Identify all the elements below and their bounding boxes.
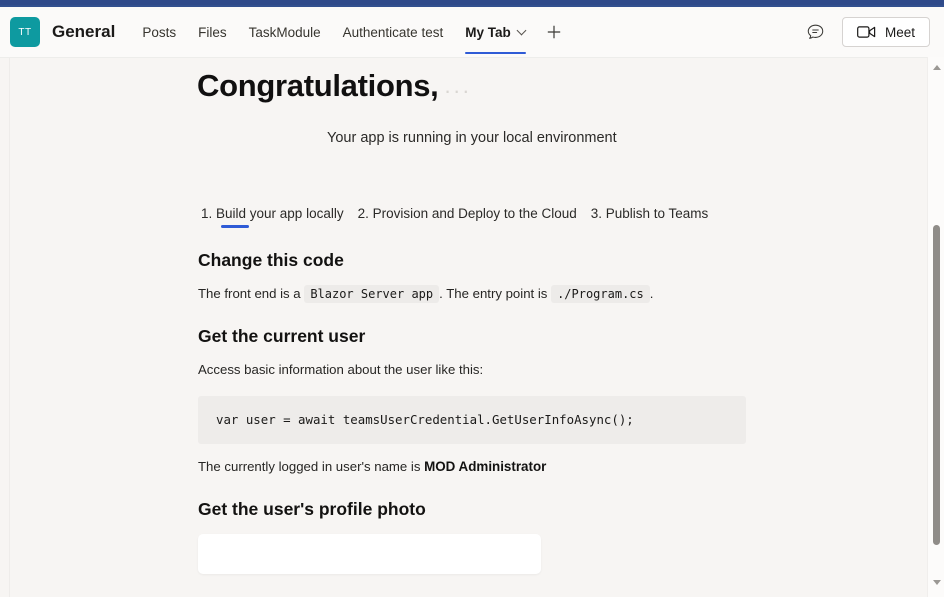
code-block-text: var user = await teamsUserCredential.Get…	[216, 412, 634, 428]
front-end-text-after: .	[649, 286, 654, 301]
step-build-locally[interactable]: 1. Build your app locally	[201, 206, 344, 228]
paragraph-access-info: Access basic information about the user …	[198, 361, 484, 377]
heading-get-current-user: Get the current user	[198, 325, 366, 346]
content-scrollbar[interactable]	[927, 57, 944, 597]
page-subtitle: Your app is running in your local enviro…	[327, 130, 617, 146]
tab-authenticate-test[interactable]: Authenticate test	[332, 7, 455, 57]
scroll-up-button[interactable]	[928, 59, 944, 76]
profile-photo-placeholder	[198, 533, 541, 574]
caret-up-icon	[932, 65, 941, 70]
app-page: Congratulations,... Your app is running …	[0, 58, 926, 597]
page-title: Congratulations,...	[197, 68, 886, 104]
tab-content-area: Congratulations,... Your app is running …	[0, 57, 944, 597]
header-actions: Meet	[804, 17, 930, 47]
paragraph-front-end: The front end is a Blazor Server app. Th…	[198, 284, 886, 304]
plus-icon	[547, 25, 560, 39]
caret-down-icon	[932, 580, 941, 585]
tab-posts-label: Posts	[142, 24, 177, 40]
scroll-down-button[interactable]	[928, 574, 944, 591]
video-camera-icon	[857, 26, 876, 38]
step-provision-deploy-label: 2. Provision and Deploy to the Cloud	[357, 206, 577, 221]
paragraph-logged-in-user: The currently logged in user's name is M…	[198, 457, 886, 477]
tab-strip: Posts Files TaskModule Authenticate test…	[131, 7, 804, 57]
page-title-text: Congratulations,	[197, 68, 439, 103]
meet-button-label: Meet	[884, 24, 915, 40]
channel-header: TT General Posts Files TaskModule Authen…	[0, 7, 944, 57]
step-provision-deploy[interactable]: 2. Provision and Deploy to the Cloud	[358, 206, 577, 228]
front-end-text-middle: . The entry point is	[439, 286, 548, 301]
page-title-placeholder-name: ...	[444, 73, 472, 98]
step-publish-teams-label: 3. Publish to Teams	[590, 206, 709, 221]
logged-in-user-prefix: The currently logged in user's name is	[198, 458, 421, 474]
tab-files[interactable]: Files	[187, 7, 238, 57]
front-end-text-before: The front end is a	[198, 286, 301, 301]
heading-change-this-code: Change this code	[198, 250, 344, 270]
heading-profile-photo: Get the user's profile photo	[198, 498, 426, 519]
steps-nav: 1. Build your app locally 2. Provision a…	[201, 206, 886, 228]
tab-posts[interactable]: Posts	[131, 7, 187, 57]
teams-app-window: TT General Posts Files TaskModule Authen…	[0, 0, 944, 597]
meet-button[interactable]: Meet	[841, 17, 930, 47]
tab-taskmodule-label: TaskModule	[248, 24, 321, 40]
team-avatar[interactable]: TT	[10, 17, 40, 47]
chat-bubble-icon	[808, 24, 824, 39]
tab-taskmodule[interactable]: TaskModule	[238, 7, 332, 57]
code-block-get-user-info: var user = await teamsUserCredential.Get…	[198, 395, 746, 444]
tab-files-label: Files	[198, 24, 227, 40]
tab-my-tab[interactable]: My Tab	[454, 7, 537, 57]
inline-code-program-cs: ./Program.cs	[551, 285, 650, 303]
inline-code-blazor-server-app: Blazor Server app	[304, 285, 440, 303]
logged-in-user-name: MOD Administrator	[424, 458, 547, 474]
step-build-locally-label: 1. Build your app locally	[201, 206, 344, 221]
tab-my-tab-label: My Tab	[465, 24, 511, 40]
scrollbar-thumb[interactable]	[933, 225, 940, 545]
step-publish-teams[interactable]: 3. Publish to Teams	[591, 206, 709, 228]
add-tab-button[interactable]	[537, 7, 571, 57]
feedback-button[interactable]	[804, 20, 828, 44]
channel-title: General	[52, 22, 116, 41]
chevron-down-icon[interactable]	[518, 27, 526, 35]
tab-authenticate-test-label: Authenticate test	[342, 24, 444, 40]
